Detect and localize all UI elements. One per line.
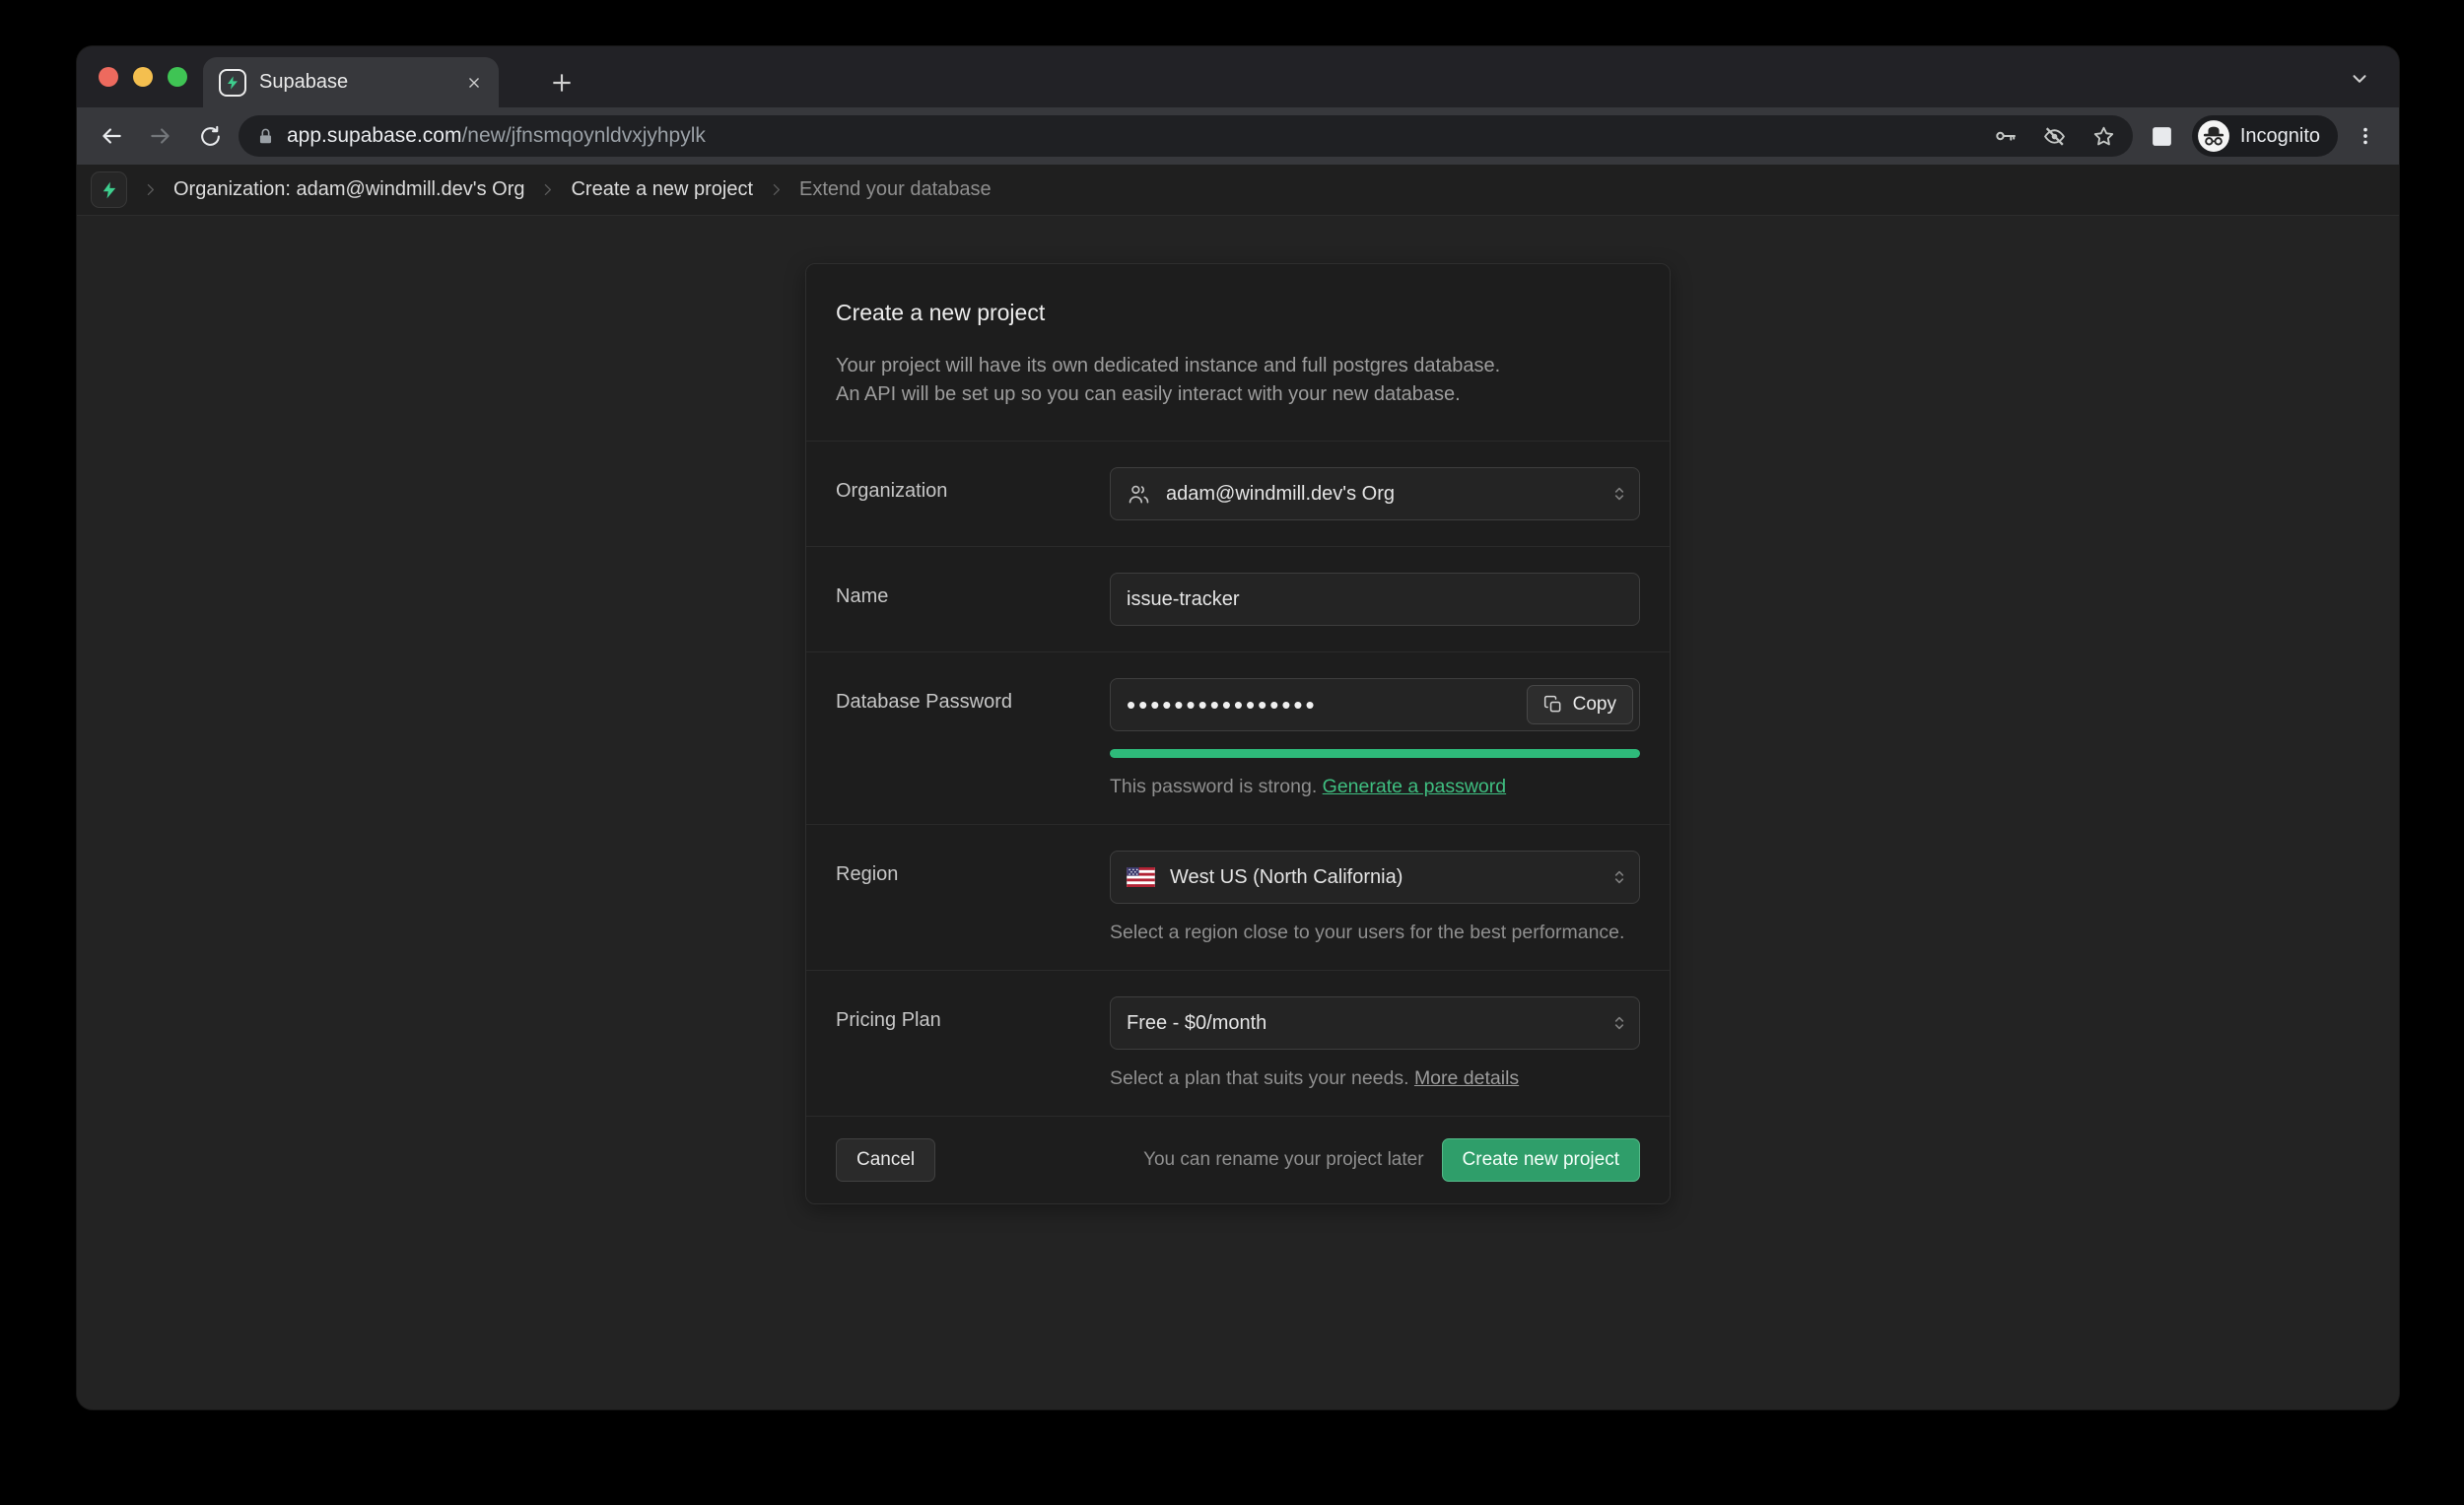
incognito-label: Incognito xyxy=(2240,125,2320,148)
tab-title: Supabase xyxy=(259,71,452,94)
cancel-button[interactable]: Cancel xyxy=(836,1138,935,1182)
password-key-icon[interactable] xyxy=(1987,117,2024,155)
page-title: Create a new project xyxy=(836,300,1640,326)
create-new-project-button[interactable]: Create new project xyxy=(1442,1138,1640,1182)
copy-button-label: Copy xyxy=(1573,694,1616,716)
minimize-window-button[interactable] xyxy=(133,67,153,87)
password-label: Database Password xyxy=(836,678,1110,798)
window-controls xyxy=(99,46,187,107)
description-line-2: An API will be set up so you can easily … xyxy=(836,380,1640,409)
close-window-button[interactable] xyxy=(99,67,118,87)
reload-icon[interactable] xyxy=(189,115,231,157)
organization-label: Organization xyxy=(836,467,1110,520)
organization-select[interactable]: adam@windmill.dev's Org xyxy=(1110,467,1640,520)
back-icon[interactable] xyxy=(91,115,132,157)
pricing-value: Free - $0/month xyxy=(1127,1012,1266,1035)
card-header: Create a new project Your project will h… xyxy=(806,264,1670,441)
pricing-row: Pricing Plan Free - $0/month Select a pl… xyxy=(806,971,1670,1116)
breadcrumb: Organization: adam@windmill.dev's Org Cr… xyxy=(77,165,2399,216)
url-address-bar[interactable]: app.supabase.com/new/jfnsmqoynldvxjyhpyl… xyxy=(239,115,2133,157)
select-updown-icon xyxy=(1609,1013,1629,1033)
organization-value: adam@windmill.dev's Org xyxy=(1166,483,1395,506)
breadcrumb-item-organization[interactable]: Organization: adam@windmill.dev's Org xyxy=(173,178,524,201)
side-panel-icon[interactable] xyxy=(2141,114,2184,158)
password-row: Database Password xyxy=(806,652,1670,824)
hidden-eye-icon[interactable] xyxy=(2036,117,2074,155)
lock-icon xyxy=(256,127,275,146)
users-icon xyxy=(1127,482,1151,507)
region-helper: Select a region close to your users for … xyxy=(1110,922,1640,944)
browser-toolbar: app.supabase.com/new/jfnsmqoynldvxjyhpyl… xyxy=(77,107,2399,165)
copy-icon xyxy=(1543,695,1563,715)
chevron-right-icon xyxy=(142,181,159,198)
zoom-window-button[interactable] xyxy=(168,67,187,87)
pricing-plan-select[interactable]: Free - $0/month xyxy=(1110,996,1640,1050)
incognito-badge: Incognito xyxy=(2192,115,2338,157)
breadcrumb-item-extend-database: Extend your database xyxy=(799,178,992,201)
page-content: Create a new project Your project will h… xyxy=(77,216,2399,1409)
bookmark-star-icon[interactable] xyxy=(2086,117,2123,155)
browser-menu-icon[interactable] xyxy=(2346,116,2385,156)
password-helper: This password is strong. Generate a pass… xyxy=(1110,776,1640,798)
supabase-favicon-icon xyxy=(219,69,246,97)
breadcrumb-item-create-project[interactable]: Create a new project xyxy=(571,178,753,201)
region-label: Region xyxy=(836,851,1110,944)
region-value: West US (North California) xyxy=(1170,866,1403,889)
url-text: app.supabase.com/new/jfnsmqoynldvxjyhpyl… xyxy=(287,124,1975,148)
pricing-helper: Select a plan that suits your needs. Mor… xyxy=(1110,1067,1640,1090)
pricing-helper-text: Select a plan that suits your needs. xyxy=(1110,1067,1414,1089)
pricing-label: Pricing Plan xyxy=(836,996,1110,1090)
region-select[interactable]: West US (North California) xyxy=(1110,851,1640,904)
organization-row: Organization adam@wind xyxy=(806,442,1670,546)
rename-note: You can rename your project later xyxy=(1143,1149,1423,1171)
card-footer: Cancel You can rename your project later… xyxy=(806,1117,1670,1203)
password-strength-bar xyxy=(1110,749,1640,758)
new-tab-button[interactable] xyxy=(540,61,583,104)
incognito-spy-icon xyxy=(2197,119,2230,153)
description-line-1: Your project will have its own dedicated… xyxy=(836,352,1640,380)
select-updown-icon xyxy=(1609,484,1629,504)
project-name-input[interactable] xyxy=(1110,573,1640,626)
chevron-right-icon xyxy=(539,181,556,198)
generate-password-link[interactable]: Generate a password xyxy=(1323,776,1506,797)
forward-icon[interactable] xyxy=(140,115,181,157)
browser-tab-supabase[interactable]: Supabase xyxy=(203,57,499,107)
name-row: Name xyxy=(806,547,1670,651)
url-path: /new/jfnsmqoynldvxjyhpylk xyxy=(461,124,705,147)
tab-close-icon[interactable] xyxy=(465,74,483,92)
region-row: Region xyxy=(806,825,1670,970)
copy-password-button[interactable]: Copy xyxy=(1527,685,1633,724)
us-flag-icon xyxy=(1127,867,1155,887)
more-details-link[interactable]: More details xyxy=(1414,1067,1519,1089)
supabase-logo-icon[interactable] xyxy=(91,171,127,208)
password-strength-text: This password is strong. xyxy=(1110,776,1323,797)
name-label: Name xyxy=(836,573,1110,626)
chevron-right-icon xyxy=(768,181,785,198)
browser-window: Supabase xyxy=(77,46,2399,1409)
tab-strip: Supabase xyxy=(77,46,2399,107)
card-description: Your project will have its own dedicated… xyxy=(836,352,1640,409)
select-updown-icon xyxy=(1609,867,1629,887)
url-domain: app.supabase.com xyxy=(287,124,461,147)
tab-search-chevron-icon[interactable] xyxy=(2342,61,2377,97)
create-project-card: Create a new project Your project will h… xyxy=(805,263,1671,1204)
desktop-background: Supabase xyxy=(0,0,2464,1505)
